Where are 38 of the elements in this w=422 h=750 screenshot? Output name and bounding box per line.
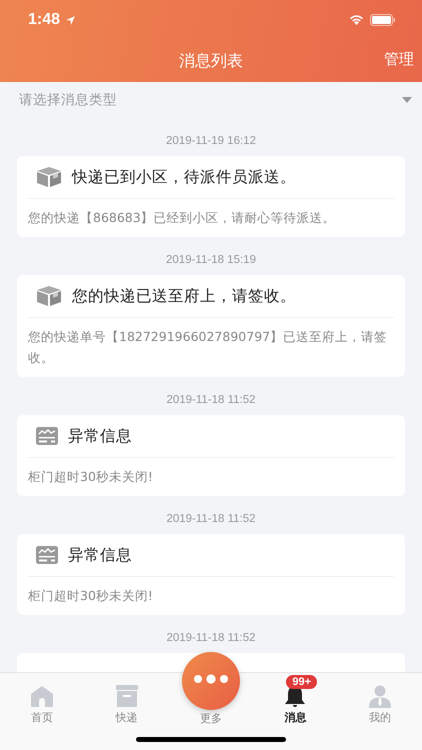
server-alert-icon: [36, 427, 58, 445]
message-title: 您的快递已送至府上，请签收。: [72, 286, 296, 306]
message-timestamp: 2019-11-18 11:52: [165, 631, 257, 646]
person-icon: [368, 684, 392, 708]
message-timestamp: 2019-11-18 11:52: [165, 512, 257, 527]
tab-item[interactable]: 更多: [168, 651, 254, 726]
parcel-icon: [36, 166, 62, 188]
message-body: 柜门超时30秒未关闭!: [28, 587, 154, 605]
box-icon: [114, 684, 139, 708]
message-body: 您的快递【868683】已经到小区，请耐心等待派送。: [28, 209, 337, 227]
unread-badge: 99+: [286, 675, 318, 689]
message-card[interactable]: 异常信息 柜门超时30秒未关闭!: [17, 534, 405, 615]
status-time: 1:48: [28, 11, 60, 29]
tab-item[interactable]: 我的: [338, 673, 422, 725]
message-timestamp: 2019-11-19 16:12: [165, 134, 257, 149]
message-title: 快递已到小区，待派件员派送。: [72, 166, 296, 188]
tab-item[interactable]: 首页: [0, 673, 84, 725]
battery-icon: [370, 14, 396, 26]
dropdown-caret-icon: [402, 97, 412, 103]
location-arrow-icon: [65, 14, 76, 26]
tab-item[interactable]: 99+ 消息: [253, 673, 338, 725]
message-card[interactable]: 您的快递已送至府上，请签收。 您的快递单号【1827291966027890797】已送至府上，请签收。: [17, 275, 405, 377]
message-title: 异常信息: [68, 426, 132, 446]
message-body: 柜门超时30秒未关闭!: [28, 468, 154, 486]
message-type-dropdown[interactable]: 请选择消息类型: [0, 82, 422, 118]
page-title: 消息列表: [179, 50, 243, 72]
message-timestamp: 2019-11-18 11:52: [165, 393, 257, 408]
parcel-icon: [36, 285, 62, 307]
tab-item[interactable]: 快递: [84, 673, 169, 725]
message-timestamp: 2019-11-18 15:19: [165, 253, 257, 268]
home-icon: [30, 684, 54, 708]
message-body: 您的快递单号【1827291966027890797】已送至府上，请签收。: [28, 328, 388, 367]
server-alert-icon: [36, 546, 58, 564]
message-card[interactable]: 异常信息 柜门超时30秒未关闭!: [17, 415, 405, 496]
message-title: 异常信息: [68, 544, 132, 566]
message-card[interactable]: 快递已到小区，待派件员派送。 您的快递【868683】已经到小区，请耐心等待派送。: [17, 156, 405, 237]
wifi-icon: [348, 14, 365, 26]
manage-button[interactable]: 管理: [384, 50, 414, 69]
